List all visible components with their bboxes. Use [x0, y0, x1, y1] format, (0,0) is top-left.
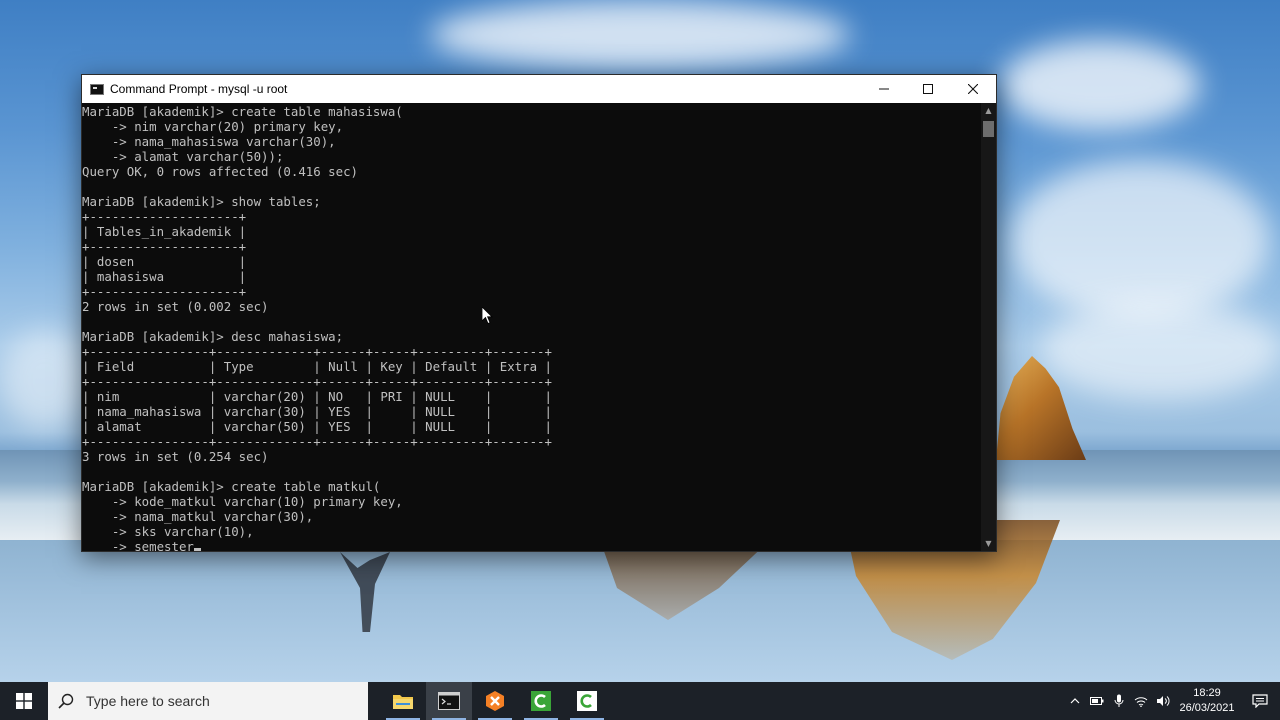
console-line: | nama_mahasiswa | varchar(30) | YES | |…: [82, 404, 552, 419]
close-button[interactable]: [950, 75, 996, 103]
console-line: MariaDB [akademik]> create table matkul(: [82, 479, 381, 494]
vertical-scrollbar[interactable]: ▲ ▼: [981, 103, 996, 551]
console-line: -> semester: [82, 539, 982, 551]
console-line: +--------------------+: [82, 239, 247, 254]
console-line: +--------------------+: [82, 284, 247, 299]
console-line: -> nama_mahasiswa varchar(30),: [82, 134, 336, 149]
wifi-icon[interactable]: [1130, 682, 1152, 720]
wallpaper-cloud: [1040, 300, 1280, 400]
wallpaper-cloud: [0, 330, 90, 430]
notification-icon: [1252, 694, 1268, 708]
command-prompt-icon: [438, 692, 460, 710]
window-titlebar[interactable]: Command Prompt - mysql -u root: [82, 75, 996, 103]
taskbar-app-command-prompt[interactable]: [426, 682, 472, 720]
action-center-button[interactable]: [1240, 682, 1280, 720]
taskbar-app-camtasia-white[interactable]: [564, 682, 610, 720]
wallpaper-cloud: [1000, 40, 1200, 130]
camtasia-white-icon: [577, 691, 597, 711]
taskbar-app-file-explorer[interactable]: [380, 682, 426, 720]
console-line: | mahasiswa |: [82, 269, 247, 284]
xampp-icon: [486, 691, 504, 711]
camtasia-green-icon: [531, 691, 551, 711]
start-button[interactable]: [0, 682, 48, 720]
folder-icon: [393, 695, 413, 709]
wallpaper-cloud: [430, 0, 850, 70]
maximize-button[interactable]: [906, 75, 950, 103]
console-line: +----------------+-------------+------+-…: [82, 374, 552, 389]
clock-date: 26/03/2021: [1179, 702, 1235, 714]
console-line: Query OK, 0 rows affected (0.416 sec): [82, 164, 359, 179]
taskbar-clock[interactable]: 18:29 26/03/2021: [1174, 682, 1240, 720]
wallpaper-cloud: [1010, 160, 1270, 320]
search-icon: [58, 693, 74, 709]
console-line: -> sks varchar(10),: [82, 524, 254, 539]
console-line: | Field | Type | Null | Key | Default | …: [82, 359, 552, 374]
show-hidden-icons-chevron-up-icon[interactable]: [1064, 682, 1086, 720]
minimize-icon: [879, 88, 889, 90]
console-line: | alamat | varchar(50) | YES | | NULL | …: [82, 419, 552, 434]
scrollbar-thumb[interactable]: [983, 121, 994, 137]
search-placeholder: Type here to search: [86, 693, 210, 709]
command-prompt-window[interactable]: Command Prompt - mysql -u root MariaDB […: [81, 74, 997, 552]
console-line: | dosen |: [82, 254, 247, 269]
console-line: -> nim varchar(20) primary key,: [82, 119, 344, 134]
console-line: 3 rows in set (0.254 sec): [82, 449, 269, 464]
text-cursor: [193, 548, 201, 551]
window-title: Command Prompt - mysql -u root: [110, 82, 288, 96]
system-tray: 18:29 26/03/2021: [1064, 682, 1280, 720]
console-line: +----------------+-------------+------+-…: [82, 434, 552, 449]
mouse-pointer-icon: [482, 307, 493, 325]
close-icon: [968, 84, 978, 94]
console-output[interactable]: MariaDB [akademik]> create table mahasis…: [82, 103, 982, 551]
battery-icon[interactable]: [1086, 682, 1108, 720]
window-controls: [862, 75, 996, 103]
console-line: | nim | varchar(20) | NO | PRI | NULL | …: [82, 389, 552, 404]
windows-logo-icon: [16, 693, 32, 709]
clock-time: 18:29: [1193, 687, 1221, 699]
volume-icon[interactable]: [1152, 682, 1174, 720]
console-line: +----------------+-------------+------+-…: [82, 344, 552, 359]
minimize-button[interactable]: [862, 75, 906, 103]
console-line: -> nama_matkul varchar(30),: [82, 509, 314, 524]
taskbar-app-xampp[interactable]: [472, 682, 518, 720]
taskbar-app-camtasia-green[interactable]: [518, 682, 564, 720]
console-line: -> kode_matkul varchar(10) primary key,: [82, 494, 403, 509]
console-app-icon[interactable]: [90, 83, 104, 95]
taskbar: Type here to search 18:29 26/03/2021: [0, 682, 1280, 720]
taskbar-apps: [380, 682, 610, 720]
scroll-down-arrow-icon[interactable]: ▼: [981, 536, 996, 551]
console-line: | Tables_in_akademik |: [82, 224, 247, 239]
maximize-icon: [923, 84, 933, 94]
console-line: MariaDB [akademik]> create table mahasis…: [82, 104, 403, 119]
console-line: MariaDB [akademik]> show tables;: [82, 194, 321, 209]
console-line: 2 rows in set (0.002 sec): [82, 299, 269, 314]
console-line: +--------------------+: [82, 209, 247, 224]
console-line: -> alamat varchar(50));: [82, 149, 284, 164]
scroll-up-arrow-icon[interactable]: ▲: [981, 103, 996, 118]
microphone-icon[interactable]: [1108, 682, 1130, 720]
taskbar-search-box[interactable]: Type here to search: [48, 682, 368, 720]
console-line: MariaDB [akademik]> desc mahasiswa;: [82, 329, 344, 344]
